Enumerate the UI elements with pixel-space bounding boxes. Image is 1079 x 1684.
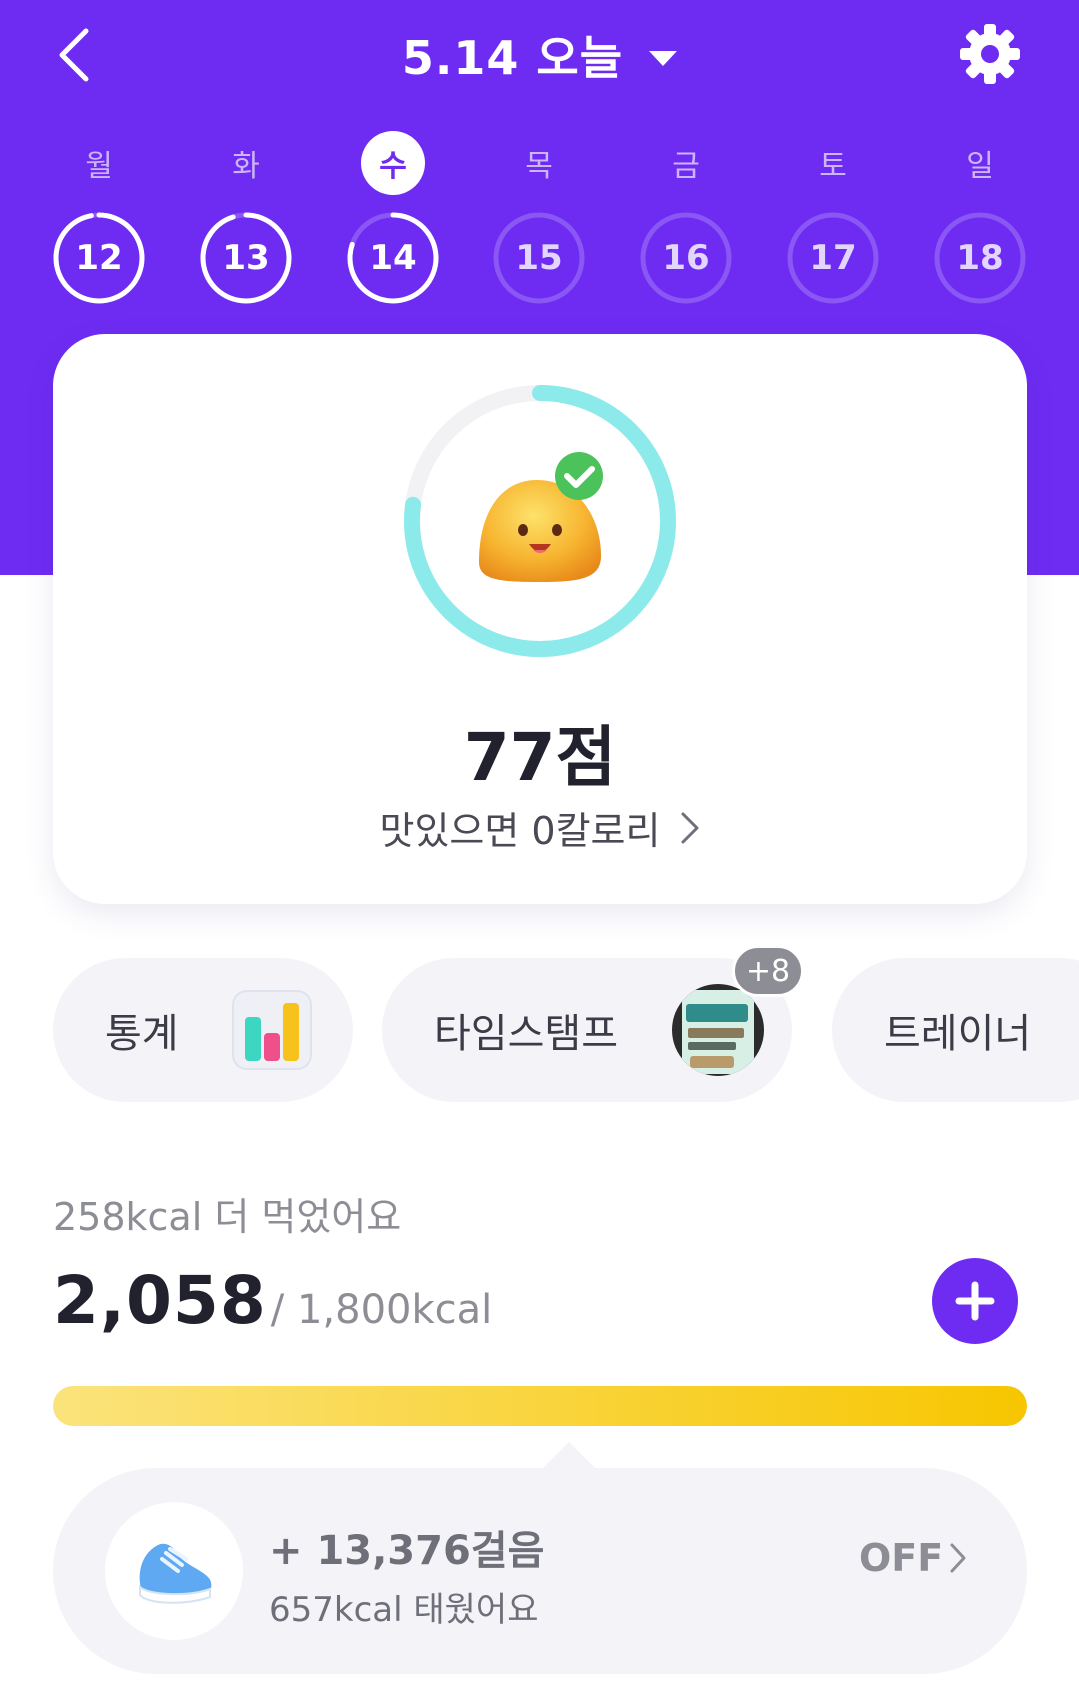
weekday-label: 목 <box>525 149 553 184</box>
page-title: 5.14 오늘 <box>401 31 624 85</box>
day-button[interactable]: 13 <box>199 211 293 305</box>
plus-icon <box>955 1281 995 1321</box>
chevron-right-icon <box>950 1543 966 1573</box>
day-button[interactable]: 12 <box>52 211 146 305</box>
day-number: 18 <box>956 238 1004 278</box>
mascot-image <box>471 452 611 592</box>
day-number: 16 <box>662 238 710 278</box>
score-card[interactable]: 77점 맛있으면 0칼로리 <box>53 334 1027 904</box>
day-number: 15 <box>515 238 563 278</box>
food-photo-thumbnail <box>672 984 764 1076</box>
timestamp-chip-label: 타임스탬프 <box>434 1011 618 1057</box>
sneaker-icon <box>139 1543 212 1604</box>
shoe-icon-container <box>105 1502 243 1640</box>
timestamp-count-badge: +8 <box>732 945 804 997</box>
weekday-label: 일 <box>966 149 994 184</box>
trainer-chip-label: 트레이너 <box>884 1011 1032 1057</box>
steps-toggle[interactable]: OFF <box>859 1536 967 1580</box>
day-button[interactable]: 17 <box>786 211 880 305</box>
day-button[interactable]: 14 <box>346 211 440 305</box>
calorie-summary: 2,058 / 1,800kcal <box>53 1262 492 1339</box>
weekday-label: 화 <box>232 149 260 184</box>
day-number: 12 <box>75 238 123 278</box>
stats-chip[interactable]: 통계 <box>53 958 353 1102</box>
steps-calories-burned: 657kcal 태웠어요 <box>269 1590 539 1630</box>
calorie-progress-bar <box>53 1386 1027 1426</box>
add-meal-button[interactable] <box>932 1258 1018 1344</box>
calorie-status-message: 258kcal 더 먹었어요 <box>53 1195 402 1239</box>
calorie-progress-fill <box>53 1386 1027 1426</box>
top-bar: 5.14 오늘 <box>0 0 1079 110</box>
day-number: 17 <box>809 238 857 278</box>
day-button[interactable]: 18 <box>933 211 1027 305</box>
calories-consumed: 2,058 <box>53 1262 267 1339</box>
calories-goal: / 1,800kcal <box>270 1287 493 1333</box>
steps-count: + 13,376걸음 <box>269 1528 545 1574</box>
trainer-chip[interactable]: 트레이너 <box>832 958 1079 1102</box>
date-picker-toggle[interactable]: 5.14 오늘 <box>0 20 1079 90</box>
gear-icon <box>960 24 1020 84</box>
weekday-label: 토 <box>819 149 847 184</box>
steps-card[interactable]: + 13,376걸음 657kcal 태웠어요 OFF <box>53 1442 1027 1674</box>
day-button[interactable]: 15 <box>492 211 586 305</box>
score-subtitle: 맛있으면 0칼로리 <box>379 809 661 853</box>
weekday-label: 금 <box>672 149 700 184</box>
bar-chart-icon <box>231 990 312 1070</box>
score-value: 77점 <box>463 719 617 796</box>
check-badge-icon <box>555 452 603 500</box>
caret-down-icon <box>649 50 678 66</box>
weekday-label: 월 <box>85 149 113 184</box>
steps-toggle-label: OFF <box>859 1536 944 1580</box>
chevron-right-icon <box>681 812 699 843</box>
day-button[interactable]: 16 <box>639 211 733 305</box>
settings-button[interactable] <box>954 18 1026 90</box>
stats-chip-label: 통계 <box>105 1011 179 1057</box>
day-number: 14 <box>369 238 417 278</box>
score-subtitle-link[interactable]: 맛있으면 0칼로리 <box>53 800 1027 855</box>
day-number: 13 <box>222 238 270 278</box>
timestamp-chip[interactable]: 타임스탬프 <box>382 958 792 1102</box>
weekday-label: 수 <box>361 131 425 195</box>
